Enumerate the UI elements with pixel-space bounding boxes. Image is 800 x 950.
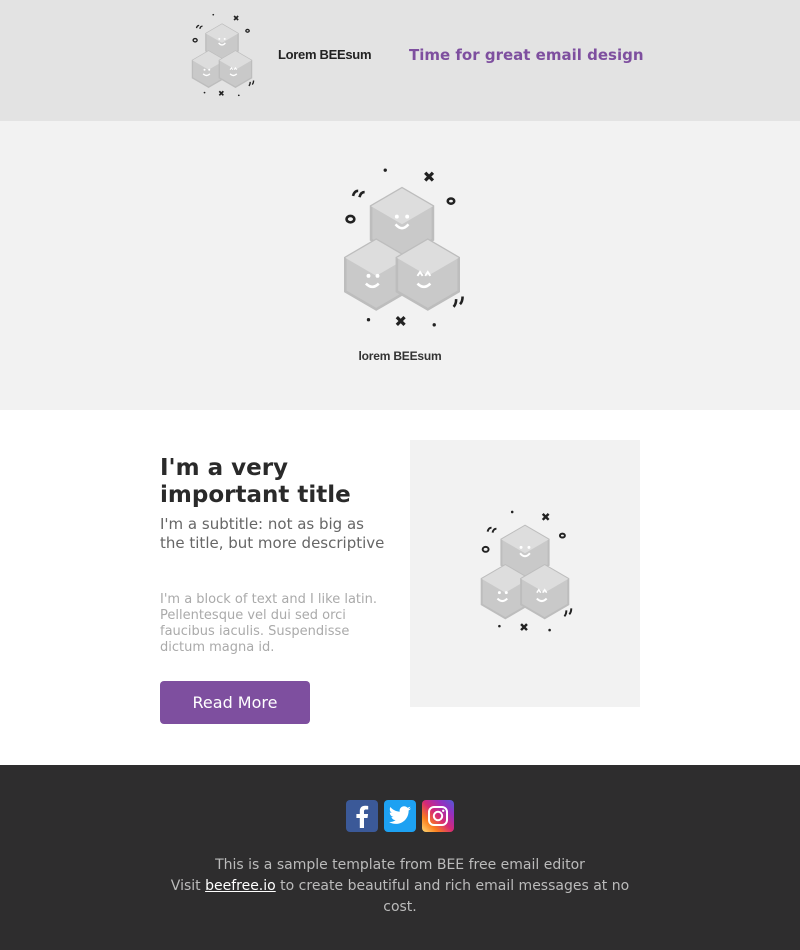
- hero-section: lorem BEEsum: [0, 121, 800, 410]
- twitter-icon[interactable]: [384, 800, 416, 832]
- content-subtitle: I'm a subtitle: not as big as the title,…: [160, 515, 385, 552]
- header: Lorem BEEsum Time for great email design: [0, 0, 800, 121]
- instagram-icon[interactable]: [422, 800, 454, 832]
- facebook-icon[interactable]: [346, 800, 378, 832]
- hero-brand-name: lorem BEEsum: [358, 349, 442, 363]
- bee-logo-icon: [191, 12, 255, 98]
- social-icons: [346, 800, 454, 832]
- bee-logo-icon: [343, 166, 465, 329]
- footer-text: This is a sample template from BEE free …: [160, 855, 640, 918]
- footer-line-2: Visit beefree.io to create beautiful and…: [160, 876, 640, 918]
- content-image: [410, 440, 640, 707]
- bee-logo-icon: [480, 509, 573, 633]
- content-section: I'm a very important title I'm a subtitl…: [0, 410, 800, 765]
- footer: This is a sample template from BEE free …: [0, 765, 800, 950]
- content-body-text: I'm a block of text and I like latin. Pe…: [160, 592, 378, 655]
- footer-line-2-rest: to create beautiful and rich email messa…: [280, 878, 630, 915]
- header-tagline: Time for great email design: [409, 46, 644, 64]
- footer-visit: Visit: [170, 878, 201, 894]
- header-brand-name: Lorem BEEsum: [278, 47, 372, 62]
- beefree-link[interactable]: beefree.io: [205, 878, 276, 894]
- content-title: I'm a very important title: [160, 455, 351, 508]
- read-more-button[interactable]: Read More: [160, 681, 310, 724]
- footer-line-1: This is a sample template from BEE free …: [215, 857, 585, 873]
